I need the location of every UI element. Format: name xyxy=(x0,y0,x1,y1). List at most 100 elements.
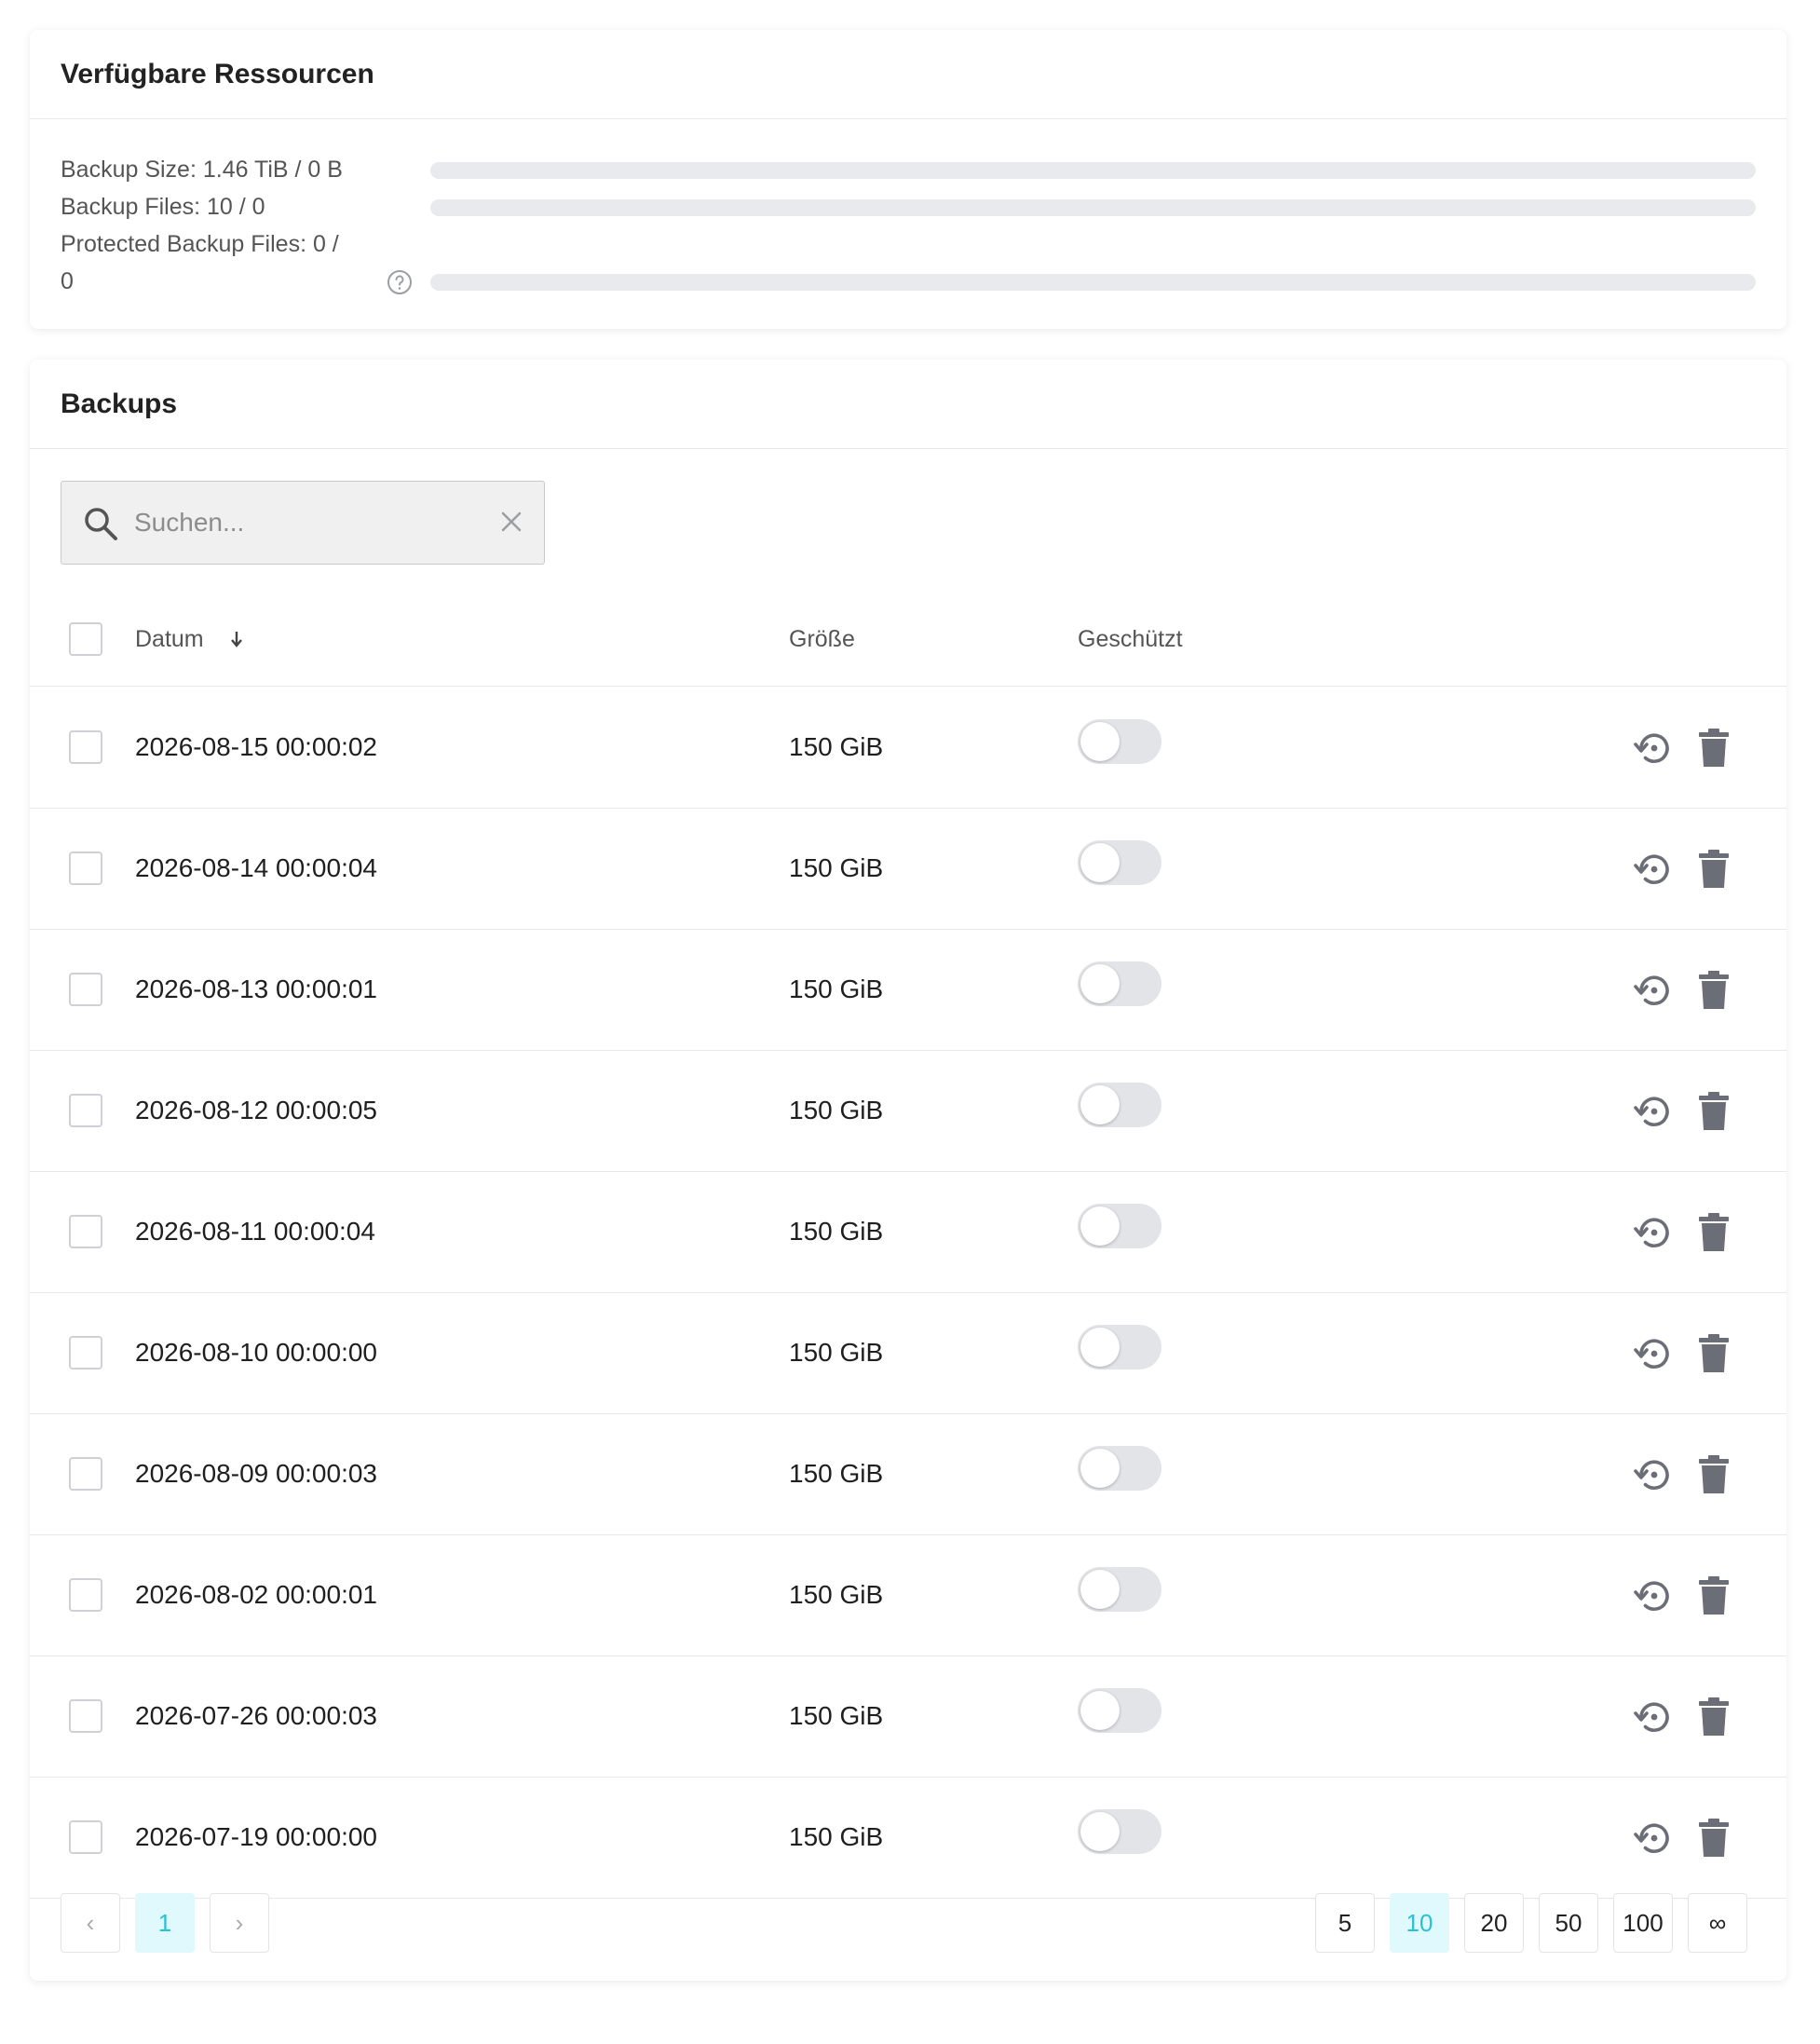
trash-icon[interactable] xyxy=(1697,1697,1731,1737)
page-size-5[interactable]: 5 xyxy=(1315,1893,1375,1953)
restore-icon[interactable] xyxy=(1632,1816,1677,1860)
row-checkbox[interactable] xyxy=(69,973,102,1006)
resources-title: Verfügbare Ressourcen xyxy=(30,30,1786,119)
page-size-100[interactable]: 100 xyxy=(1613,1893,1673,1953)
prev-page-button[interactable]: ‹ xyxy=(61,1893,120,1953)
trash-icon[interactable] xyxy=(1697,1333,1731,1374)
restore-icon[interactable] xyxy=(1632,1331,1677,1376)
backup-date: 2026-08-14 00:00:04 xyxy=(135,853,377,882)
search-field[interactable]: Suchen... xyxy=(61,481,545,565)
trash-icon[interactable] xyxy=(1697,970,1731,1011)
table-header: Datum Größe Geschützt xyxy=(30,593,1786,687)
trash-icon[interactable] xyxy=(1697,1091,1731,1132)
backup-size: 150 GiB xyxy=(789,1580,884,1609)
row-checkbox[interactable] xyxy=(69,852,102,885)
backup-date: 2026-08-12 00:00:05 xyxy=(135,1096,377,1124)
toggle-knob xyxy=(1080,1206,1120,1246)
toggle-knob xyxy=(1080,1449,1120,1488)
page-size-10[interactable]: 10 xyxy=(1390,1893,1449,1953)
arrow-down-icon[interactable] xyxy=(228,626,245,652)
toggle-knob xyxy=(1080,843,1120,882)
select-all-checkbox[interactable] xyxy=(69,622,102,656)
toggle-knob xyxy=(1080,1691,1120,1730)
resource-label: Protected Backup Files: 0 / 0 xyxy=(61,231,339,294)
toggle-knob xyxy=(1080,964,1120,1003)
page-size-all[interactable]: ∞ xyxy=(1688,1893,1747,1953)
resource-progress-bar xyxy=(430,162,1756,179)
protected-toggle[interactable] xyxy=(1078,719,1161,764)
restore-icon[interactable] xyxy=(1632,1089,1677,1134)
close-icon[interactable] xyxy=(499,510,523,534)
next-page-button[interactable]: › xyxy=(210,1893,269,1953)
row-checkbox[interactable] xyxy=(69,1699,102,1733)
row-checkbox[interactable] xyxy=(69,1820,102,1854)
restore-icon[interactable] xyxy=(1632,726,1677,770)
column-header-protected[interactable]: Geschützt xyxy=(1078,593,1183,686)
table-row: 2026-07-26 00:00:03 150 GiB xyxy=(30,1656,1786,1778)
restore-icon[interactable] xyxy=(1632,968,1677,1013)
trash-icon[interactable] xyxy=(1697,849,1731,890)
backup-date: 2026-08-10 00:00:00 xyxy=(135,1338,377,1367)
trash-icon[interactable] xyxy=(1697,1818,1731,1859)
protected-toggle[interactable] xyxy=(1078,1446,1161,1491)
protected-toggle[interactable] xyxy=(1078,961,1161,1006)
backups-title: Backups xyxy=(30,360,1786,449)
trash-icon[interactable] xyxy=(1697,728,1731,769)
protected-toggle[interactable] xyxy=(1078,1204,1161,1248)
protected-toggle[interactable] xyxy=(1078,1809,1161,1854)
restore-icon[interactable] xyxy=(1632,1452,1677,1497)
table-row: 2026-08-11 00:00:04 150 GiB xyxy=(30,1171,1786,1293)
backups-card: Backups Suchen... Datum Größe Geschützt … xyxy=(30,360,1786,1981)
toggle-knob xyxy=(1080,1328,1120,1367)
trash-icon[interactable] xyxy=(1697,1575,1731,1616)
protected-toggle[interactable] xyxy=(1078,1325,1161,1369)
backup-size: 150 GiB xyxy=(789,1217,884,1246)
page-size-50[interactable]: 50 xyxy=(1539,1893,1598,1953)
help-circle-icon[interactable] xyxy=(387,269,413,295)
protected-toggle[interactable] xyxy=(1078,840,1161,885)
row-checkbox[interactable] xyxy=(69,1336,102,1369)
column-header-size[interactable]: Größe xyxy=(789,593,855,686)
trash-icon[interactable] xyxy=(1697,1212,1731,1253)
row-checkbox[interactable] xyxy=(69,730,102,764)
protected-toggle[interactable] xyxy=(1078,1567,1161,1612)
row-checkbox[interactable] xyxy=(69,1578,102,1612)
resource-progress-bar xyxy=(430,199,1756,216)
protected-toggle[interactable] xyxy=(1078,1083,1161,1127)
table-row: 2026-07-19 00:00:00 150 GiB xyxy=(30,1777,1786,1899)
search-icon xyxy=(85,508,117,540)
backup-date: 2026-08-09 00:00:03 xyxy=(135,1459,377,1488)
column-header-date[interactable]: Datum xyxy=(135,593,204,686)
table-row: 2026-08-10 00:00:00 150 GiB xyxy=(30,1292,1786,1414)
table-row: 2026-08-12 00:00:05 150 GiB xyxy=(30,1050,1786,1172)
table-row: 2026-08-15 00:00:02 150 GiB xyxy=(30,687,1786,809)
resource-progress-bar xyxy=(430,274,1756,291)
page-button-1[interactable]: 1 xyxy=(135,1893,195,1953)
restore-icon[interactable] xyxy=(1632,847,1677,892)
trash-icon[interactable] xyxy=(1697,1454,1731,1495)
page-size-20[interactable]: 20 xyxy=(1464,1893,1524,1953)
backup-size: 150 GiB xyxy=(789,853,884,882)
table-row: 2026-08-13 00:00:01 150 GiB xyxy=(30,929,1786,1051)
resources-card: Verfügbare Ressourcen Backup Size: 1.46 … xyxy=(30,30,1786,329)
row-checkbox[interactable] xyxy=(69,1457,102,1491)
restore-icon[interactable] xyxy=(1632,1210,1677,1255)
restore-icon[interactable] xyxy=(1632,1695,1677,1739)
backup-size: 150 GiB xyxy=(789,974,884,1003)
backup-size: 150 GiB xyxy=(789,1459,884,1488)
pagination: ‹ 1 › 5 10 20 50 100 ∞ xyxy=(30,1893,1786,1953)
table-row: 2026-08-02 00:00:01 150 GiB xyxy=(30,1534,1786,1656)
restore-icon[interactable] xyxy=(1632,1574,1677,1618)
backup-date: 2026-08-15 00:00:02 xyxy=(135,732,377,761)
table-row: 2026-08-09 00:00:03 150 GiB xyxy=(30,1413,1786,1535)
backup-size: 150 GiB xyxy=(789,1096,884,1124)
row-checkbox[interactable] xyxy=(69,1094,102,1127)
backup-size: 150 GiB xyxy=(789,1822,884,1851)
backup-size: 150 GiB xyxy=(789,732,884,761)
row-checkbox[interactable] xyxy=(69,1215,102,1248)
backup-date: 2026-07-19 00:00:00 xyxy=(135,1822,377,1851)
backup-date: 2026-08-11 00:00:04 xyxy=(135,1217,375,1246)
toggle-knob xyxy=(1080,1812,1120,1851)
protected-toggle[interactable] xyxy=(1078,1688,1161,1733)
search-input[interactable]: Suchen... xyxy=(134,482,244,563)
